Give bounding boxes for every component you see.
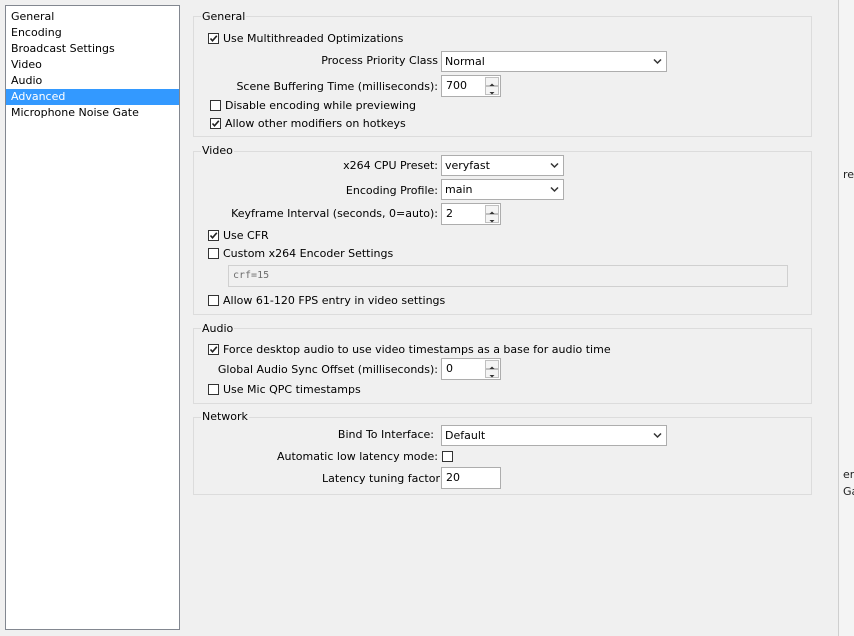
scene-buffering-value: 700	[446, 79, 467, 92]
mic-qpc-checkbox[interactable]	[208, 384, 219, 395]
scene-buffering-label: Scene Buffering Time (milliseconds):	[236, 80, 438, 93]
spin-down-button[interactable]	[485, 214, 499, 223]
cpu-preset-select[interactable]: veryfast	[441, 155, 564, 176]
use-cfr-checkbox[interactable]	[208, 230, 219, 241]
audio-sync-offset-value: 0	[446, 362, 453, 375]
spin-up-button[interactable]	[485, 77, 499, 86]
sidebar-item-video[interactable]: Video	[6, 57, 179, 73]
chevron-down-icon	[550, 162, 559, 169]
custom-x264-checkbox[interactable]	[208, 248, 219, 259]
audio-sync-offset-label: Global Audio Sync Offset (milliseconds):	[217, 363, 438, 376]
vertical-scrollbar[interactable]	[838, 0, 854, 636]
custom-x264-settings-value: crf=15	[233, 270, 270, 281]
network-group-title: Network	[201, 410, 249, 424]
low-latency-checkbox[interactable]	[442, 451, 453, 462]
chevron-down-icon	[653, 58, 662, 65]
keyframe-interval-label: Keyframe Interval (seconds, 0=auto):	[231, 207, 438, 220]
encoding-profile-value: main	[445, 183, 473, 196]
hotkey-modifiers-checkbox[interactable]	[210, 118, 221, 129]
spin-up-button[interactable]	[485, 205, 499, 214]
disable-preview-checkbox[interactable]	[210, 100, 221, 111]
clipped-text-fragment: re	[843, 168, 854, 181]
cpu-preset-value: veryfast	[445, 159, 490, 172]
chevron-down-icon	[550, 186, 559, 193]
latency-factor-value: 20	[446, 471, 460, 484]
multithreaded-checkbox[interactable]	[208, 33, 219, 44]
clipped-text-fragment: Ga	[843, 485, 854, 498]
force-desktop-audio-label: Force desktop audio to use video timesta…	[223, 343, 611, 356]
cpu-preset-label: x264 CPU Preset:	[343, 159, 438, 172]
mic-qpc-label: Use Mic QPC timestamps	[223, 383, 361, 396]
sidebar-item-encoding[interactable]: Encoding	[6, 25, 179, 41]
sidebar-item-broadcast-settings[interactable]: Broadcast Settings	[6, 41, 179, 57]
process-priority-value: Normal	[445, 55, 485, 68]
custom-x264-settings-field[interactable]: crf=15	[228, 265, 788, 287]
clipped-text-fragment: erl	[843, 468, 854, 481]
force-desktop-audio-checkbox[interactable]	[208, 344, 219, 355]
use-cfr-label: Use CFR	[223, 229, 269, 242]
spin-up-button[interactable]	[485, 360, 499, 369]
bind-interface-label: Bind To Interface:	[337, 428, 434, 441]
settings-category-list[interactable]: General Encoding Broadcast Settings Vide…	[5, 5, 180, 630]
low-latency-label: Automatic low latency mode:	[277, 450, 438, 463]
process-priority-label: Process Priority Class	[321, 54, 438, 67]
spin-down-button[interactable]	[485, 86, 499, 95]
arrow-down-icon	[489, 92, 495, 95]
latency-factor-input[interactable]: 20	[441, 467, 501, 489]
disable-preview-label: Disable encoding while previewing	[225, 99, 417, 112]
sidebar-item-general[interactable]: General	[6, 9, 179, 25]
arrow-down-icon	[489, 375, 495, 378]
keyframe-interval-spinner[interactable]: 2	[441, 203, 501, 225]
encoding-profile-label: Encoding Profile:	[345, 184, 438, 197]
sidebar-item-advanced[interactable]: Advanced	[6, 89, 179, 105]
hotkey-modifiers-label: Allow other modifiers on hotkeys	[225, 117, 406, 130]
audio-sync-offset-spinner[interactable]: 0	[441, 358, 501, 380]
allow-high-fps-label: Allow 61-120 FPS entry in video settings	[223, 294, 446, 307]
multithreaded-label: Use Multithreaded Optimizations	[223, 32, 404, 45]
video-group-title: Video	[201, 144, 234, 158]
process-priority-select[interactable]: Normal	[441, 51, 667, 72]
sidebar-item-microphone-noise-gate[interactable]: Microphone Noise Gate	[6, 105, 179, 121]
chevron-down-icon	[653, 432, 662, 439]
scene-buffering-spinner[interactable]: 700	[441, 75, 501, 97]
custom-x264-label: Custom x264 Encoder Settings	[223, 247, 394, 260]
general-group-title: General	[201, 10, 247, 24]
latency-factor-label: Latency tuning factor	[322, 472, 440, 485]
encoding-profile-select[interactable]: main	[441, 179, 564, 200]
sidebar-item-audio[interactable]: Audio	[6, 73, 179, 89]
arrow-down-icon	[489, 220, 495, 223]
bind-interface-select[interactable]: Default	[441, 425, 667, 446]
audio-group-title: Audio	[201, 322, 235, 336]
allow-high-fps-checkbox[interactable]	[208, 295, 219, 306]
spin-down-button[interactable]	[485, 369, 499, 378]
keyframe-interval-value: 2	[446, 207, 453, 220]
bind-interface-value: Default	[445, 429, 486, 442]
